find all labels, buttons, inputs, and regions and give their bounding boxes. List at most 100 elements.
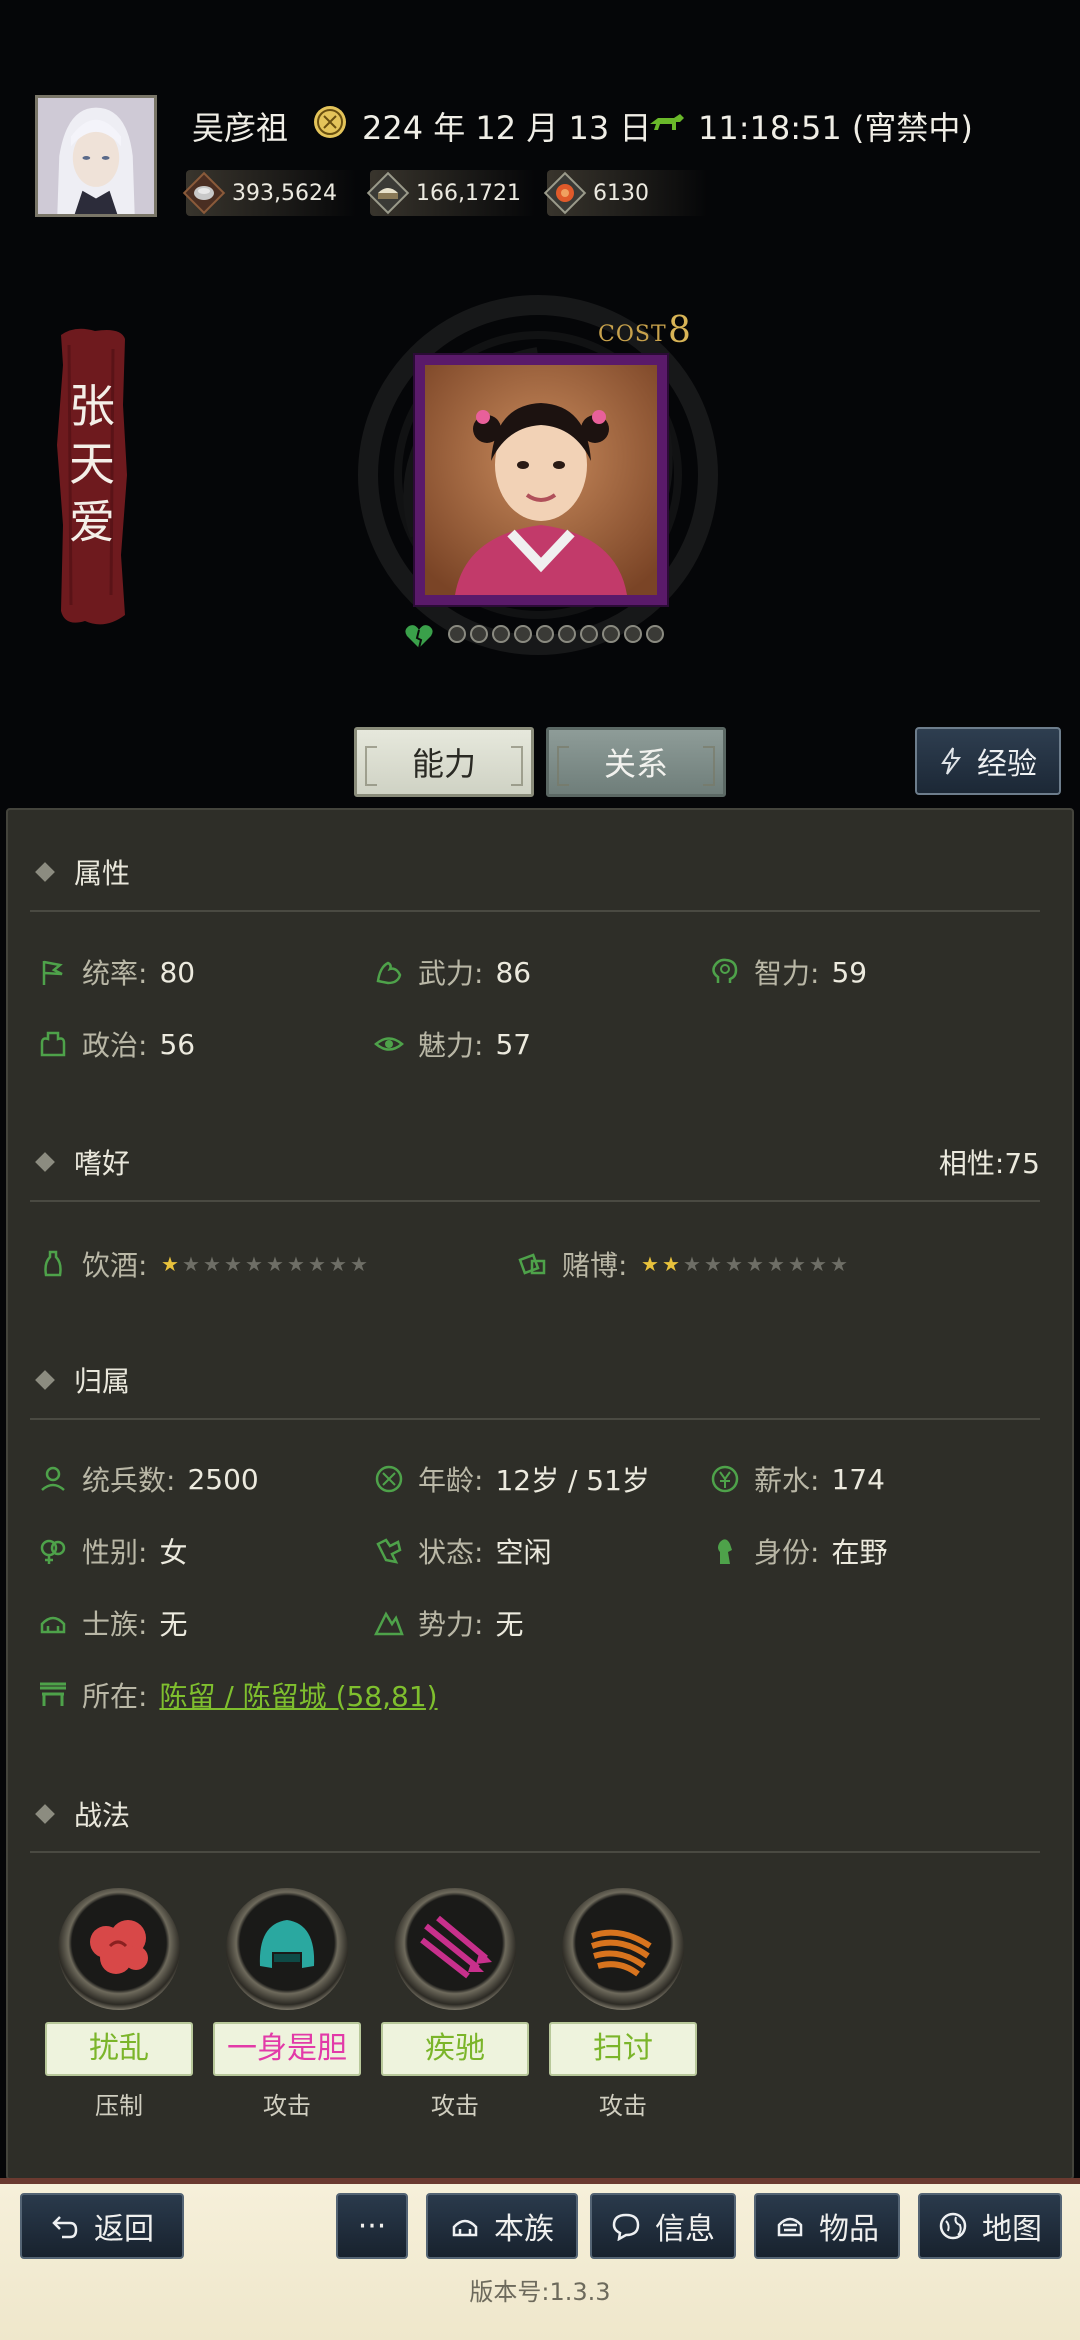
stat-troops: 统兵数: 2500: [38, 1459, 259, 1499]
tactic-name: 疾驰: [381, 2022, 529, 2076]
stat-leadership: 统率: 80: [38, 952, 195, 992]
cloud-icon: [90, 1920, 148, 1974]
star-icon: ★: [223, 1252, 242, 1276]
tab-relation[interactable]: 关系: [546, 727, 726, 797]
stat-salary: 薪水: 174: [710, 1459, 885, 1499]
star-icon: ★: [328, 1252, 347, 1276]
faction-icon: [374, 1611, 404, 1636]
arrows-icon: [420, 1915, 492, 1979]
hobbies-header: 嗜好: [35, 1142, 130, 1182]
game-date: 224 年 12 月 13 日: [362, 109, 652, 147]
character-portrait: [415, 355, 667, 605]
star-icon: ★: [682, 1252, 701, 1276]
star-icon: ★: [244, 1252, 263, 1276]
stat-politics: 政治: 56: [38, 1024, 195, 1064]
food-resource: 166,1721: [366, 170, 535, 216]
coin-icon: [711, 1465, 739, 1493]
helmet-icon: [259, 1920, 315, 1968]
loyalty-heart-icon: [405, 625, 433, 649]
loyalty-dot: [536, 625, 554, 643]
stat-status: 状态: 空闲: [374, 1531, 551, 1571]
map-button[interactable]: 地图: [918, 2193, 1062, 2259]
tactic-type: 攻击: [263, 2092, 311, 2120]
brain-icon: [712, 958, 738, 983]
star-icon: ★: [724, 1252, 743, 1276]
loyalty-dot: [602, 625, 620, 643]
tactic-courage[interactable]: 一身是胆 攻击: [213, 1888, 361, 2121]
clan-icon: [452, 2219, 478, 2237]
soldier-icon: [41, 1466, 65, 1491]
status-icon: [376, 1538, 402, 1564]
age-icon: [375, 1465, 403, 1493]
character-name: 张 天 爱: [69, 379, 115, 549]
gender-icon: [40, 1539, 66, 1564]
back-button[interactable]: 返回: [20, 2193, 184, 2259]
bag-icon: [777, 2217, 803, 2237]
stat-identity: 身份: 在野: [710, 1531, 887, 1571]
tactic-disrupt[interactable]: 扰乱 压制: [45, 1888, 193, 2121]
flag-icon: [42, 960, 63, 985]
star-icon: ★: [640, 1252, 659, 1276]
info-button[interactable]: 信息: [590, 2193, 736, 2259]
tactic-orb: [226, 1888, 348, 2010]
more-icon: ···: [357, 2208, 387, 2244]
star-icon: ★: [307, 1252, 326, 1276]
gambling-stars: ★ ★ ★ ★ ★ ★ ★ ★ ★ ★: [639, 1252, 849, 1276]
items-button[interactable]: 物品: [754, 2193, 900, 2259]
star-icon: ★: [265, 1252, 284, 1276]
cost-label: COST: [598, 322, 667, 347]
exp-button[interactable]: 经验: [915, 727, 1061, 795]
lightning-icon: [941, 747, 961, 775]
silver-icon: [182, 171, 226, 215]
game-time: 11:18:51 (宵禁中): [698, 109, 973, 147]
politics-icon: [40, 1031, 66, 1057]
tactic-sweep[interactable]: 扫讨 攻击: [549, 1888, 697, 2121]
wine-bottle-icon: [44, 1250, 62, 1277]
star-icon: ★: [202, 1252, 221, 1276]
divider: [30, 1851, 1040, 1853]
tactic-type: 攻击: [431, 2092, 479, 2120]
clan-button[interactable]: 本族: [426, 2193, 578, 2259]
divider: [30, 1418, 1040, 1420]
character-name-banner: 张 天 爱: [55, 325, 129, 630]
hobby-gambling: 赌博: ★ ★ ★ ★ ★ ★ ★ ★ ★ ★: [518, 1244, 849, 1284]
stat-force: 武力: 86: [374, 952, 531, 992]
tactic-gallop[interactable]: 疾驰 攻击: [381, 1888, 529, 2121]
tab-ability[interactable]: 能力: [354, 727, 534, 797]
tactic-orb: [562, 1888, 684, 2010]
stat-charm: 魅力: 57: [374, 1024, 531, 1064]
cost-value: 8: [668, 310, 691, 351]
star-icon: ★: [160, 1252, 179, 1276]
player-avatar[interactable]: [35, 95, 157, 217]
star-icon: ★: [787, 1252, 806, 1276]
globe-icon: [939, 2212, 967, 2240]
food-icon: [366, 171, 410, 215]
divider: [30, 1200, 1040, 1202]
divider: [30, 910, 1040, 912]
tactic-type: 压制: [95, 2092, 143, 2120]
loyalty-dots: [448, 625, 664, 643]
food-value: 166,1721: [416, 180, 521, 206]
affinity-value: 相性:75: [938, 1147, 1040, 1180]
dice-icon: [518, 1253, 546, 1275]
tactic-name: 一身是胆: [213, 2022, 361, 2076]
star-icon: ★: [745, 1252, 764, 1276]
star-icon: ★: [349, 1252, 368, 1276]
muscle-icon: [376, 961, 402, 985]
loyalty-dot: [514, 625, 532, 643]
silver-resource: 393,5624: [182, 170, 356, 216]
more-button[interactable]: ···: [336, 2193, 408, 2259]
sweep-icon: [590, 1929, 652, 1977]
stat-gender: 性别: 女: [38, 1531, 187, 1571]
stat-clan: 士族: 无: [38, 1603, 187, 1643]
loyalty-dot: [558, 625, 576, 643]
stat-location: 所在: 陈留 / 陈留城 (58,81): [38, 1675, 438, 1715]
silver-value: 393,5624: [232, 180, 337, 206]
location-link[interactable]: 陈留 / 陈留城 (58,81): [159, 1675, 437, 1715]
hobby-drinking: 饮酒: ★ ★ ★ ★ ★ ★ ★ ★ ★ ★: [38, 1244, 369, 1284]
attributes-header: 属性: [35, 852, 130, 892]
loyalty-dot: [470, 625, 488, 643]
city-gate-icon: [40, 1682, 66, 1706]
stat-age: 年龄: 12岁 / 51岁: [374, 1459, 650, 1499]
gold-value: 6130: [593, 180, 649, 206]
